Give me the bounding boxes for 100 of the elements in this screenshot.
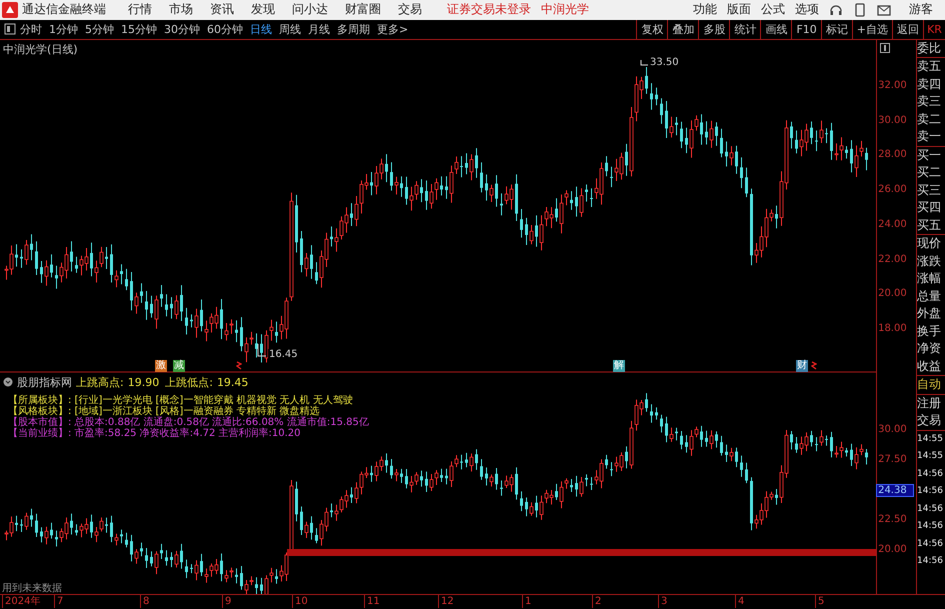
trade-time: 14:56 <box>917 502 944 516</box>
time-axis-label: 2024年 <box>2 595 40 608</box>
period-tab[interactable]: 更多> <box>377 22 408 37</box>
trade-time: 14:55 <box>917 450 944 464</box>
period-tab[interactable]: 5分钟 <box>85 22 114 37</box>
menu-item[interactable]: 行情 <box>128 1 152 18</box>
period-tab[interactable]: 多周期 <box>337 22 370 37</box>
quote-field-label: 买五 <box>917 216 942 234</box>
time-axis-label: 9 <box>222 595 232 608</box>
period-tab[interactable]: 1分钟 <box>49 22 78 37</box>
price-axis-label: 32.00 <box>878 80 907 91</box>
trade-time: 14:56 <box>917 485 944 498</box>
phone-icon[interactable] <box>855 2 865 17</box>
period-tab[interactable]: 周线 <box>279 22 301 37</box>
quote-field-label: 卖三 <box>917 93 942 110</box>
quote-field-label: 买一 <box>917 146 942 164</box>
user-label[interactable]: 游客 <box>909 1 933 18</box>
time-axis-label: 11 <box>364 595 380 608</box>
period-tab[interactable]: 日线 <box>250 22 272 37</box>
toolbar-button[interactable]: KR <box>923 20 945 39</box>
price-axis-label: 22.00 <box>878 254 907 265</box>
quote-field-label: 卖二 <box>917 110 942 128</box>
panel-toggle-icon[interactable] <box>4 23 16 36</box>
reading-label: 上跳高点: <box>76 374 124 390</box>
headset-icon[interactable] <box>829 2 843 17</box>
menu-item[interactable]: 选项 <box>795 1 819 18</box>
trade-time: 14:55 <box>917 432 944 446</box>
menu-item[interactable]: 交易 <box>398 1 422 18</box>
time-axis-label: 1 <box>522 595 532 608</box>
time-axis-label: 12 <box>438 595 454 608</box>
menu-item[interactable]: 市场 <box>169 1 193 18</box>
quote-field-label: 委比 <box>917 40 942 57</box>
quote-field-label: 卖一 <box>917 128 942 146</box>
quote-field-label: 交易 <box>917 412 942 430</box>
price-axis-label: 18.00 <box>878 323 907 334</box>
trade-time: 14:56 <box>917 555 944 568</box>
menu-item[interactable]: 公式 <box>761 1 785 18</box>
time-axis-label: 10 <box>292 595 308 608</box>
mail-icon[interactable] <box>877 4 891 16</box>
trade-time: 14:56 <box>917 538 944 551</box>
menu-item[interactable]: 财富圈 <box>345 1 381 18</box>
quote-field-label: 买四 <box>917 199 942 216</box>
stock-info-line: 【所属板块】: [行业]一光学光电 [概念]一智能穿戴 机器视觉 无人机 无人驾驶 <box>8 394 354 406</box>
quote-field-label: 换手 <box>917 322 942 340</box>
indicator-name: 股朋指标网 <box>17 374 72 390</box>
quote-field-label: 总量 <box>917 288 942 305</box>
reading-label: 上跳低点: <box>165 374 213 390</box>
collapse-icon[interactable] <box>3 377 13 388</box>
period-tab[interactable]: 60分钟 <box>207 22 243 37</box>
menu-item[interactable]: 版面 <box>727 1 751 18</box>
price-axis-label: 30.00 <box>878 114 907 126</box>
panel-menu-icon[interactable] <box>880 42 890 53</box>
future-data-note: 用到未来数据 <box>2 582 62 595</box>
quote-field-label: 买三 <box>917 182 942 199</box>
price-axis-label: 20.00 <box>878 288 907 300</box>
app-logo-icon <box>2 2 18 18</box>
quote-field-label: 买二 <box>917 164 942 182</box>
quote-field-label: 卖四 <box>917 76 942 93</box>
event-tag[interactable]: 激 <box>155 360 167 372</box>
event-tag[interactable]: 减 <box>173 360 185 372</box>
period-tab[interactable]: 分时 <box>20 22 42 37</box>
menu-item[interactable]: 问小达 <box>292 1 328 18</box>
chart-title: 中润光学(日线) <box>3 42 78 57</box>
reading-value: 19.45 <box>216 376 248 389</box>
time-axis-label: 5 <box>815 595 824 608</box>
time-axis-label: 4 <box>735 595 744 608</box>
price-axis-label: 20.00 <box>878 544 907 555</box>
period-tab[interactable]: 30分钟 <box>164 22 200 37</box>
stock-info-line: 【当前业绩】: 市盈率:58.25 净资收益率:4.72 主营利润率:10.20 <box>8 428 302 439</box>
time-axis-label: 3 <box>658 595 668 608</box>
stock-info-line: 【股本市值】: 总股本:0.88亿 流通盘:0.58亿 流通比:66.08% 流通市值:15.85亿 <box>8 416 369 428</box>
trade-time: 14:56 <box>917 520 944 534</box>
current-value-label: 24.38 <box>876 484 914 497</box>
flag-icon[interactable] <box>236 360 242 371</box>
event-tag[interactable]: 财 <box>796 360 808 372</box>
login-status[interactable]: 证券交易未登录 <box>447 1 531 18</box>
price-axis-label: 28.00 <box>878 149 907 160</box>
quote-field-label: 卖五 <box>917 58 942 76</box>
quote-field-label: 自动 <box>917 376 942 394</box>
stock-name: 中润光学 <box>541 1 589 18</box>
app-title: 通达信金融终端 <box>22 1 106 18</box>
high-price-label: 33.50 <box>650 56 679 68</box>
quote-field-label: 外盘 <box>917 305 942 322</box>
period-tab[interactable]: 月线 <box>308 22 330 37</box>
time-axis-label: 8 <box>140 595 150 608</box>
period-tab[interactable]: 15分钟 <box>121 22 157 37</box>
price-axis-label: 26.00 <box>878 184 907 196</box>
quote-field-label: 涨跌 <box>917 252 942 270</box>
reading-value: 19.90 <box>128 376 160 389</box>
trade-time: 14:56 <box>917 468 944 481</box>
menu-item[interactable]: 资讯 <box>210 1 234 18</box>
menu-item[interactable]: 功能 <box>693 1 717 18</box>
flag-icon[interactable] <box>811 360 817 371</box>
price-axis-label: 24.00 <box>878 218 907 230</box>
price-axis-label: 30.00 <box>878 424 907 435</box>
price-axis-label: 27.50 <box>878 454 907 465</box>
menu-item[interactable]: 发现 <box>251 1 275 18</box>
quote-field-label: 涨幅 <box>917 270 942 288</box>
quote-field-label: 注册 <box>917 394 942 412</box>
quote-field-label: 收益 <box>917 358 942 375</box>
